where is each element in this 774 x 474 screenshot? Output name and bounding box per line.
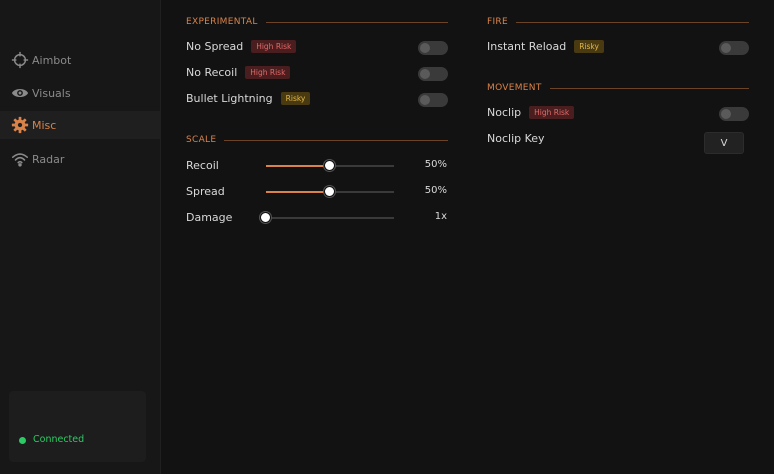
section-fire-header: FIRE bbox=[487, 17, 749, 27]
noclip-row: Noclip High Risk bbox=[487, 106, 575, 119]
sidebar-item-label: Aimbot bbox=[32, 53, 72, 67]
sidebar-item-visuals[interactable]: Visuals bbox=[0, 79, 160, 107]
spread-value: 50% bbox=[424, 185, 447, 196]
no-spread-toggle[interactable] bbox=[418, 41, 448, 55]
damage-value: 1x bbox=[434, 211, 447, 222]
toggle-knob bbox=[721, 43, 731, 53]
sidebar-item-label: Misc bbox=[32, 118, 57, 132]
sidebar-item-misc[interactable]: Misc bbox=[0, 111, 160, 139]
instant-reload-row: Instant Reload Risky bbox=[487, 40, 604, 53]
divider bbox=[549, 87, 749, 89]
spread-label: Spread bbox=[186, 185, 225, 198]
connection-status: Connected bbox=[33, 434, 85, 445]
toggle-knob bbox=[420, 43, 430, 53]
noclip-key-button[interactable]: V bbox=[704, 132, 744, 154]
section-movement-header: MOVEMENT bbox=[487, 83, 749, 93]
section-title: MOVEMENT bbox=[487, 83, 542, 93]
risk-badge: High Risk bbox=[251, 40, 297, 53]
section-scale-header: SCALE bbox=[186, 135, 448, 145]
section-title: SCALE bbox=[186, 135, 217, 145]
section-experimental-header: EXPERIMENTAL bbox=[186, 17, 448, 27]
spread-slider[interactable] bbox=[266, 186, 394, 197]
recoil-label: Recoil bbox=[186, 159, 219, 172]
no-recoil-toggle[interactable] bbox=[418, 67, 448, 81]
recoil-slider[interactable] bbox=[266, 160, 394, 171]
option-label: Noclip bbox=[487, 106, 522, 119]
divider bbox=[224, 139, 448, 141]
no-recoil-row: No Recoil High Risk bbox=[186, 66, 291, 79]
damage-label: Damage bbox=[186, 211, 233, 224]
slider-fill bbox=[266, 191, 330, 193]
slider-thumb[interactable] bbox=[324, 186, 335, 197]
eye-icon bbox=[10, 83, 30, 103]
section-title: EXPERIMENTAL bbox=[186, 17, 258, 27]
option-label: No Recoil bbox=[186, 66, 238, 79]
connection-status-card: Connected bbox=[9, 391, 146, 462]
slider-thumb[interactable] bbox=[324, 160, 335, 171]
section-title: FIRE bbox=[487, 17, 508, 27]
toggle-knob bbox=[721, 109, 731, 119]
divider bbox=[515, 21, 749, 23]
risk-badge: High Risk bbox=[529, 106, 575, 119]
sidebar-item-label: Visuals bbox=[32, 86, 71, 100]
status-dot-icon bbox=[19, 437, 26, 444]
bullet-lightning-row: Bullet Lightning Risky bbox=[186, 92, 311, 105]
risk-badge: High Risk bbox=[245, 66, 291, 79]
option-label: No Spread bbox=[186, 40, 244, 53]
slider-thumb[interactable] bbox=[260, 212, 271, 223]
instant-reload-toggle[interactable] bbox=[719, 41, 749, 55]
noclip-key-label: Noclip Key bbox=[487, 132, 545, 145]
option-label: Instant Reload bbox=[487, 40, 567, 53]
wifi-icon bbox=[10, 149, 30, 169]
crosshair-icon bbox=[10, 50, 30, 70]
toggle-knob bbox=[420, 95, 430, 105]
bullet-lightning-toggle[interactable] bbox=[418, 93, 448, 107]
no-spread-row: No Spread High Risk bbox=[186, 40, 297, 53]
noclip-toggle[interactable] bbox=[719, 107, 749, 121]
sidebar-item-aimbot[interactable]: Aimbot bbox=[0, 46, 160, 74]
sidebar-item-radar[interactable]: Radar bbox=[0, 145, 160, 173]
option-label: Bullet Lightning bbox=[186, 92, 273, 105]
sidebar: Aimbot Visuals Misc Radar Connected bbox=[0, 0, 161, 474]
divider bbox=[265, 21, 448, 23]
toggle-knob bbox=[420, 69, 430, 79]
gear-icon bbox=[10, 115, 30, 135]
risk-badge: Risky bbox=[574, 40, 604, 53]
sidebar-item-label: Radar bbox=[32, 152, 65, 166]
slider-fill bbox=[266, 165, 330, 167]
recoil-value: 50% bbox=[424, 159, 447, 170]
risk-badge: Risky bbox=[280, 92, 311, 105]
damage-slider[interactable] bbox=[260, 212, 394, 223]
